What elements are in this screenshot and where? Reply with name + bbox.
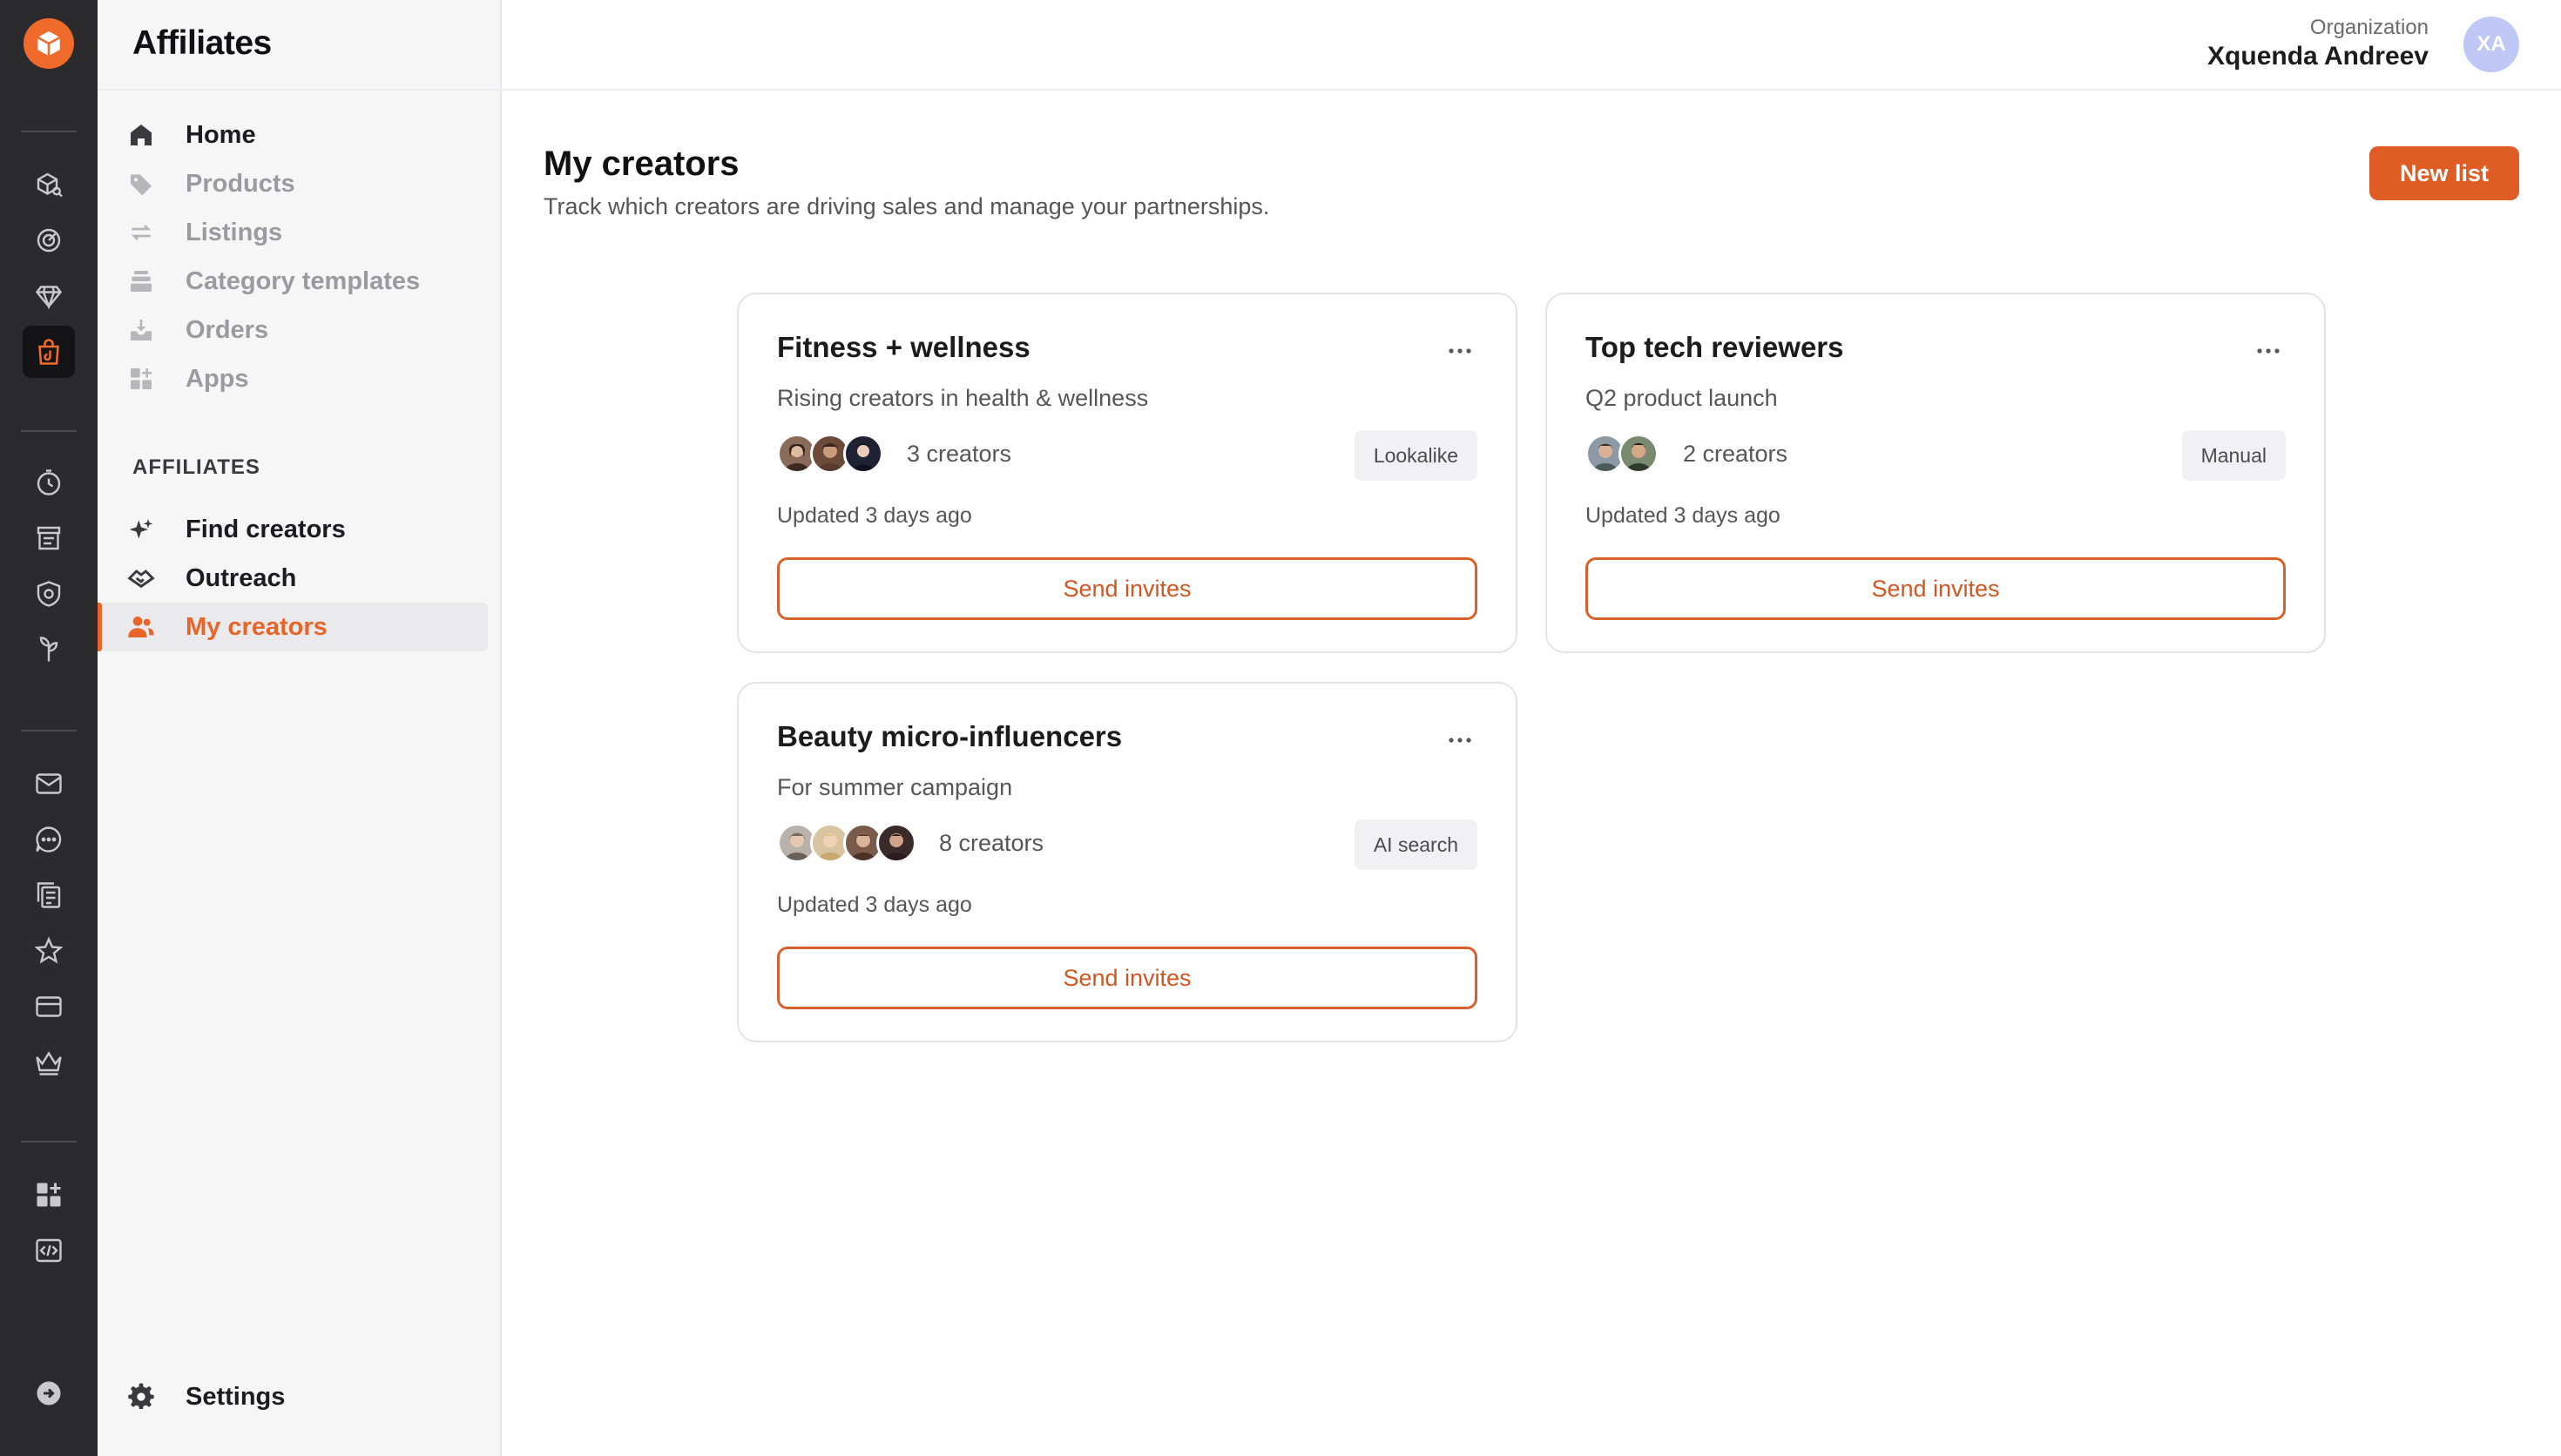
- mail-icon[interactable]: [23, 758, 75, 810]
- creator-count: 8 creators: [939, 830, 1044, 856]
- sidebar-item-label: Outreach: [186, 563, 297, 592]
- sidebar-item-listings[interactable]: Listings: [101, 208, 488, 257]
- gear-icon: [124, 1379, 159, 1414]
- clock-icon[interactable]: [23, 456, 75, 509]
- creator-avatar: [876, 823, 916, 863]
- stack-icon: [124, 264, 159, 299]
- diamond-icon[interactable]: [23, 270, 75, 322]
- send-invites-button[interactable]: Send invites: [777, 557, 1477, 620]
- tag-icon: [124, 166, 159, 201]
- code-icon[interactable]: [23, 1224, 75, 1277]
- organization-name[interactable]: Xquenda Andreev: [2207, 42, 2429, 71]
- star-icon[interactable]: [23, 925, 75, 977]
- creator-avatars: [1585, 434, 1659, 475]
- creator-count: 3 creators: [907, 441, 1012, 467]
- card-title: Beauty micro-influencers: [777, 720, 1123, 752]
- sidebar-item-apps[interactable]: Apps: [101, 354, 488, 403]
- avatar[interactable]: XA: [2463, 17, 2519, 72]
- sidebar-item-label: Category templates: [186, 266, 421, 295]
- sidebar-item-outreach[interactable]: Outreach: [101, 554, 488, 603]
- sidebar-item-home[interactable]: Home: [101, 111, 488, 159]
- sidebar-item-label: Find creators: [186, 515, 346, 543]
- sidebar-item-label: Home: [186, 120, 256, 149]
- send-invites-button[interactable]: Send invites: [1585, 557, 2286, 620]
- home-icon: [124, 118, 159, 152]
- new-list-button[interactable]: New list: [2369, 146, 2519, 200]
- shop-logo-icon[interactable]: [24, 18, 74, 69]
- arrow-right-circle-icon[interactable]: [23, 1367, 75, 1419]
- section-heading-affiliates: AFFILIATES: [132, 455, 260, 479]
- app-brand: Affiliates: [132, 24, 272, 62]
- shopping-bag-icon[interactable]: [23, 326, 75, 378]
- card-description: Rising creators in health & wellness: [777, 385, 1149, 411]
- rail-divider: [21, 430, 77, 432]
- sidebar-item-orders[interactable]: Orders: [101, 306, 488, 354]
- creator-avatars: [777, 823, 916, 865]
- rail-divider: [21, 131, 77, 132]
- page-title: My creators: [544, 145, 740, 183]
- active-indicator: [98, 603, 102, 651]
- documents-icon[interactable]: [23, 869, 75, 921]
- creator-avatar: [843, 434, 883, 474]
- card-icon[interactable]: [23, 981, 75, 1033]
- creator-avatar: [1618, 434, 1659, 474]
- handshake-icon: [124, 561, 159, 596]
- creator-list-card[interactable]: Top tech reviewers Q2 product launch 2 c…: [1545, 293, 2326, 653]
- sidebar-item-label: Products: [186, 169, 295, 198]
- more-options-icon[interactable]: [1443, 338, 1477, 364]
- download-box-icon: [124, 313, 159, 347]
- people-icon: [124, 610, 159, 644]
- sidebar: Affiliates Home Products Listings Catego…: [98, 0, 502, 1456]
- chat-icon[interactable]: [23, 813, 75, 866]
- organization-label: Organization: [2309, 16, 2429, 39]
- list-type-badge: AI search: [1354, 819, 1477, 870]
- sidebar-item-settings[interactable]: Settings: [101, 1372, 488, 1421]
- shield-icon[interactable]: [23, 568, 75, 620]
- page-subtitle: Track which creators are driving sales a…: [544, 193, 1270, 219]
- sync-icon: [124, 215, 159, 250]
- more-options-icon[interactable]: [2251, 338, 2286, 364]
- box-search-icon[interactable]: [23, 158, 75, 211]
- add-app-icon[interactable]: [23, 1169, 75, 1221]
- updated-timestamp: Updated 3 days ago: [777, 503, 972, 528]
- card-title: Fitness + wellness: [777, 331, 1030, 363]
- storefront-icon[interactable]: [23, 512, 75, 564]
- icon-rail: [0, 0, 98, 1456]
- sidebar-item-label: My creators: [186, 612, 328, 641]
- sparkle-icon: [124, 512, 159, 547]
- apps-icon: [124, 361, 159, 396]
- sidebar-item-label: Orders: [186, 315, 269, 344]
- sidebar-item-products[interactable]: Products: [101, 159, 488, 208]
- sidebar-item-label: Apps: [186, 364, 249, 393]
- card-description: For summer campaign: [777, 774, 1013, 800]
- send-invites-button[interactable]: Send invites: [777, 947, 1477, 1009]
- creator-avatars: [777, 434, 883, 475]
- sidebar-item-my-creators[interactable]: My creators: [98, 603, 488, 651]
- rail-divider: [21, 1141, 77, 1143]
- creator-count: 2 creators: [1683, 441, 1788, 467]
- sidebar-item-label: Listings: [186, 218, 283, 246]
- target-icon[interactable]: [23, 214, 75, 266]
- crown-icon[interactable]: [23, 1036, 75, 1089]
- updated-timestamp: Updated 3 days ago: [1585, 503, 1781, 528]
- more-options-icon[interactable]: [1443, 727, 1477, 753]
- list-type-badge: Lookalike: [1354, 430, 1477, 481]
- sidebar-item-find-creators[interactable]: Find creators: [101, 505, 488, 554]
- sidebar-item-label: Settings: [186, 1382, 286, 1411]
- plant-icon[interactable]: [23, 624, 75, 676]
- updated-timestamp: Updated 3 days ago: [777, 893, 972, 917]
- creator-list-card[interactable]: Fitness + wellness Rising creators in he…: [737, 293, 1517, 653]
- header-divider: [98, 89, 2561, 91]
- sidebar-item-category-templates[interactable]: Category templates: [101, 257, 488, 306]
- card-title: Top tech reviewers: [1585, 331, 1844, 363]
- list-type-badge: Manual: [2181, 430, 2286, 481]
- creator-list-card[interactable]: Beauty micro-influencers For summer camp…: [737, 682, 1517, 1042]
- card-description: Q2 product launch: [1585, 385, 1778, 411]
- rail-divider: [21, 730, 77, 731]
